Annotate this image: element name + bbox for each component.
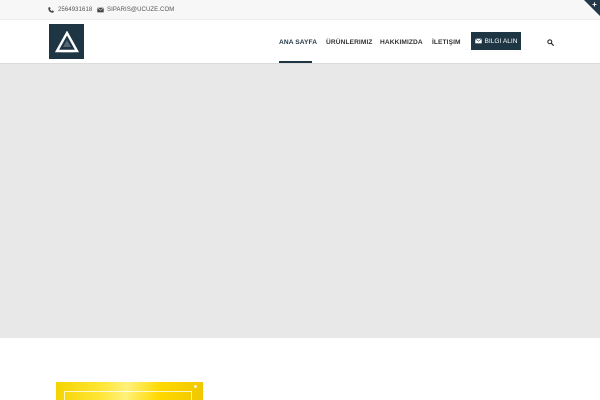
info-request-label: BILGI ALIN <box>484 37 518 45</box>
phone-contact[interactable]: 2564931618 <box>47 0 92 20</box>
phone-number: 2564931618 <box>58 7 93 13</box>
info-request-button[interactable]: BILGI ALIN <box>471 32 521 50</box>
product-thumbnail[interactable] <box>56 382 203 400</box>
envelope-icon <box>474 38 482 44</box>
email-contact[interactable]: SIPARIS@UCUZE.COM <box>96 0 174 20</box>
plus-icon[interactable]: + <box>590 0 599 9</box>
envelope-icon <box>96 6 104 14</box>
search-icon[interactable] <box>545 37 555 47</box>
nav-item-contact[interactable]: İLETIŞIM <box>432 21 461 63</box>
hero-slider <box>0 63 600 338</box>
header: ANA SAYFA ÜRÜNLERIMIZ HAKKIMIZDA İLETIŞI… <box>0 21 600 63</box>
top-bar: 2564931618 SIPARIS@UCUZE.COM + <box>0 0 600 20</box>
thumbnail-frame <box>64 391 192 400</box>
thumbnail-sparkle <box>194 385 197 388</box>
phone-icon <box>47 6 55 14</box>
nav-item-products[interactable]: ÜRÜNLERIMIZ <box>326 21 373 63</box>
nav-item-about[interactable]: HAKKIMIZDA <box>380 21 423 63</box>
page: 2564931618 SIPARIS@UCUZE.COM + ANA SAYFA… <box>0 0 600 400</box>
site-logo[interactable] <box>49 24 84 59</box>
nav-item-home[interactable]: ANA SAYFA <box>279 21 317 63</box>
email-address: SIPARIS@UCUZE.COM <box>107 7 175 13</box>
triangle-logo-icon <box>54 30 79 52</box>
